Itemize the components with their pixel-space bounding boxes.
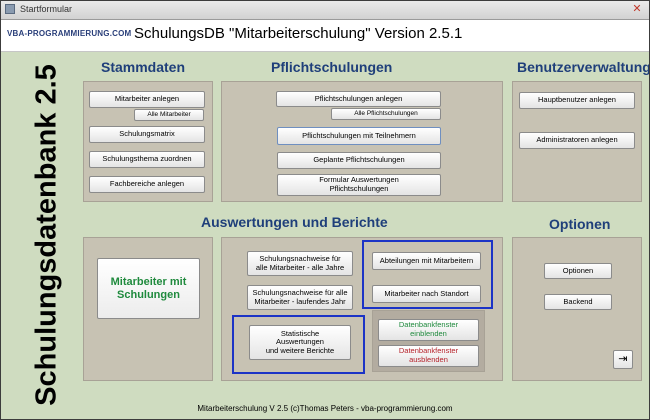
hauptbenutzer-anlegen-button[interactable]: Hauptbenutzer anlegen xyxy=(519,92,635,109)
close-icon[interactable]: ✕ xyxy=(631,3,643,15)
geplante-pflichtschulungen-button[interactable]: Geplante Pflichtschulungen xyxy=(277,152,441,169)
header-bar: VBA-PROGRAMMIERUNG.COM SchulungsDB "Mita… xyxy=(1,20,649,52)
exit-icon[interactable]: ⇥ xyxy=(613,350,633,369)
footer-text: Mitarbeiterschulung V 2.5 (c)Thomas Pete… xyxy=(197,404,453,413)
mitarbeiter-mit-schulungen-button[interactable]: Mitarbeiter mit Schulungen xyxy=(97,258,200,319)
schulungsthema-zuordnen-button[interactable]: Schulungsthema zuordnen xyxy=(89,151,205,168)
abteilungen-mit-mitarbeitern-button[interactable]: Abteilungen mit Mitarbeitern xyxy=(372,252,481,270)
pflichtschulungen-mit-teilnehmern-button[interactable]: Pflichtschulungen mit Teilnehmern xyxy=(277,127,441,145)
backend-button[interactable]: Backend xyxy=(544,294,612,310)
vertical-title: Schulungsdatenbank 2.5 xyxy=(30,64,63,406)
vertical-title-area: Schulungsdatenbank 2.5 xyxy=(17,59,77,411)
section-title-auswertungen: Auswertungen und Berichte xyxy=(201,214,388,230)
section-title-stammdaten: Stammdaten xyxy=(101,59,186,75)
pflichtschulungen-anlegen-button[interactable]: Pflichtschulungen anlegen xyxy=(276,91,441,107)
app-title: SchulungsDB "Mitarbeiterschulung" Versio… xyxy=(134,25,463,42)
fachbereiche-anlegen-button[interactable]: Fachbereiche anlegen xyxy=(89,176,205,193)
mitarbeiter-anlegen-button[interactable]: Mitarbeiter anlegen xyxy=(89,91,205,108)
title-bar: Startformular ✕ xyxy=(1,1,649,20)
form-icon xyxy=(5,4,15,14)
optionen-button[interactable]: Optionen xyxy=(544,263,612,279)
administratoren-anlegen-button[interactable]: Administratoren anlegen xyxy=(519,132,635,149)
schulungsmatrix-button[interactable]: Schulungsmatrix xyxy=(89,126,205,143)
section-title-optionen: Optionen xyxy=(549,216,611,232)
logo: VBA-PROGRAMMIERUNG.COM xyxy=(7,29,132,38)
section-title-pflichtschulungen: Pflichtschulungen xyxy=(271,59,393,75)
schulungsnachweise-alle-jahre-button[interactable]: Schulungsnachweise für alle Mitarbeiter … xyxy=(247,251,353,276)
datenbankfenster-einblenden-button[interactable]: Datenbankfenster einblenden xyxy=(378,319,479,341)
mitarbeiter-nach-standort-button[interactable]: Mitarbeiter nach Standort xyxy=(372,285,481,303)
section-title-benutzerverwaltung: Benutzerverwaltung xyxy=(517,59,650,75)
alle-mitarbeiter-button[interactable]: Alle Mitarbeiter xyxy=(134,109,204,121)
alle-pflichtschulungen-button[interactable]: Alle Pflichtschulungen xyxy=(331,108,441,120)
statistische-auswertungen-button[interactable]: Statistische Auswertungen und weitere Be… xyxy=(249,325,351,360)
window-title: Startformular xyxy=(20,4,73,14)
datenbankfenster-ausblenden-button[interactable]: Datenbankfenster ausblenden xyxy=(378,345,479,367)
formular-auswertungen-button[interactable]: Formular Auswertungen Pflichtschulungen xyxy=(277,174,441,196)
schulungsnachweise-laufendes-jahr-button[interactable]: Schulungsnachweise für alle Mitarbeiter … xyxy=(247,285,353,310)
form-window: Startformular ✕ VBA-PROGRAMMIERUNG.COM S… xyxy=(0,0,650,420)
